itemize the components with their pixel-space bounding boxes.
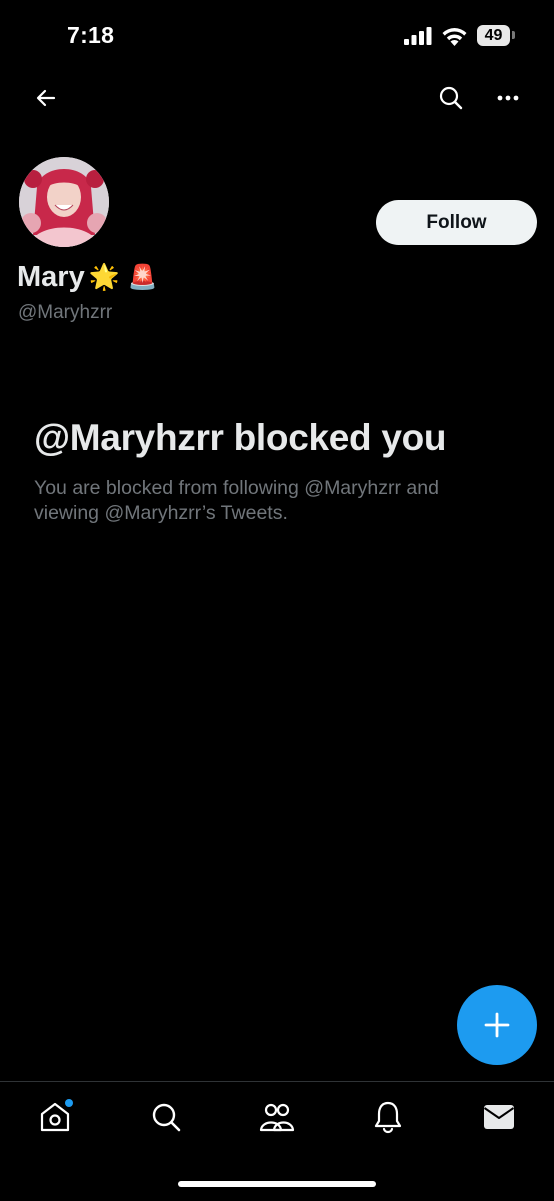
compose-tweet-button[interactable]: [457, 985, 537, 1065]
envelope-icon: [483, 1105, 515, 1129]
communities-icon: [259, 1103, 295, 1132]
battery-cap: [512, 31, 515, 39]
avatar-image: [19, 157, 109, 247]
more-icon: [497, 95, 519, 101]
tab-communities[interactable]: [255, 1095, 299, 1139]
home-icon: [40, 1099, 73, 1132]
home-indicator[interactable]: [178, 1181, 376, 1187]
blocked-title: @Maryhzrr blocked you: [34, 417, 447, 458]
glowing-star-emoji: 🌟: [88, 263, 120, 291]
search-icon: [439, 86, 463, 110]
follow-button[interactable]: Follow: [376, 200, 537, 245]
battery-indicator: 49: [477, 25, 510, 46]
back-arrow-icon: [36, 89, 56, 107]
tab-home[interactable]: [33, 1095, 77, 1139]
tab-messages[interactable]: [477, 1095, 521, 1139]
avatar[interactable]: [17, 155, 111, 249]
more-button[interactable]: [488, 78, 528, 118]
tab-search[interactable]: [144, 1095, 188, 1139]
police-light-emoji: 🚨: [127, 264, 158, 291]
display-name-text: Mary: [17, 261, 85, 293]
profile-handle: @Maryhzrr: [18, 302, 113, 323]
plus-icon: [484, 1012, 510, 1038]
profile-display-name: Mary 🌟 🚨: [17, 261, 158, 294]
status-time: 7:18: [67, 22, 115, 48]
search-icon: [152, 1103, 181, 1132]
search-button[interactable]: [431, 78, 471, 118]
cellular-signal-icon: [404, 27, 432, 45]
blocked-description: You are blocked from following @Maryhzrr…: [34, 477, 439, 524]
tab-notifications[interactable]: [366, 1095, 410, 1139]
bell-icon: [374, 1101, 402, 1134]
wifi-icon: [442, 28, 467, 46]
back-button[interactable]: [26, 78, 66, 118]
